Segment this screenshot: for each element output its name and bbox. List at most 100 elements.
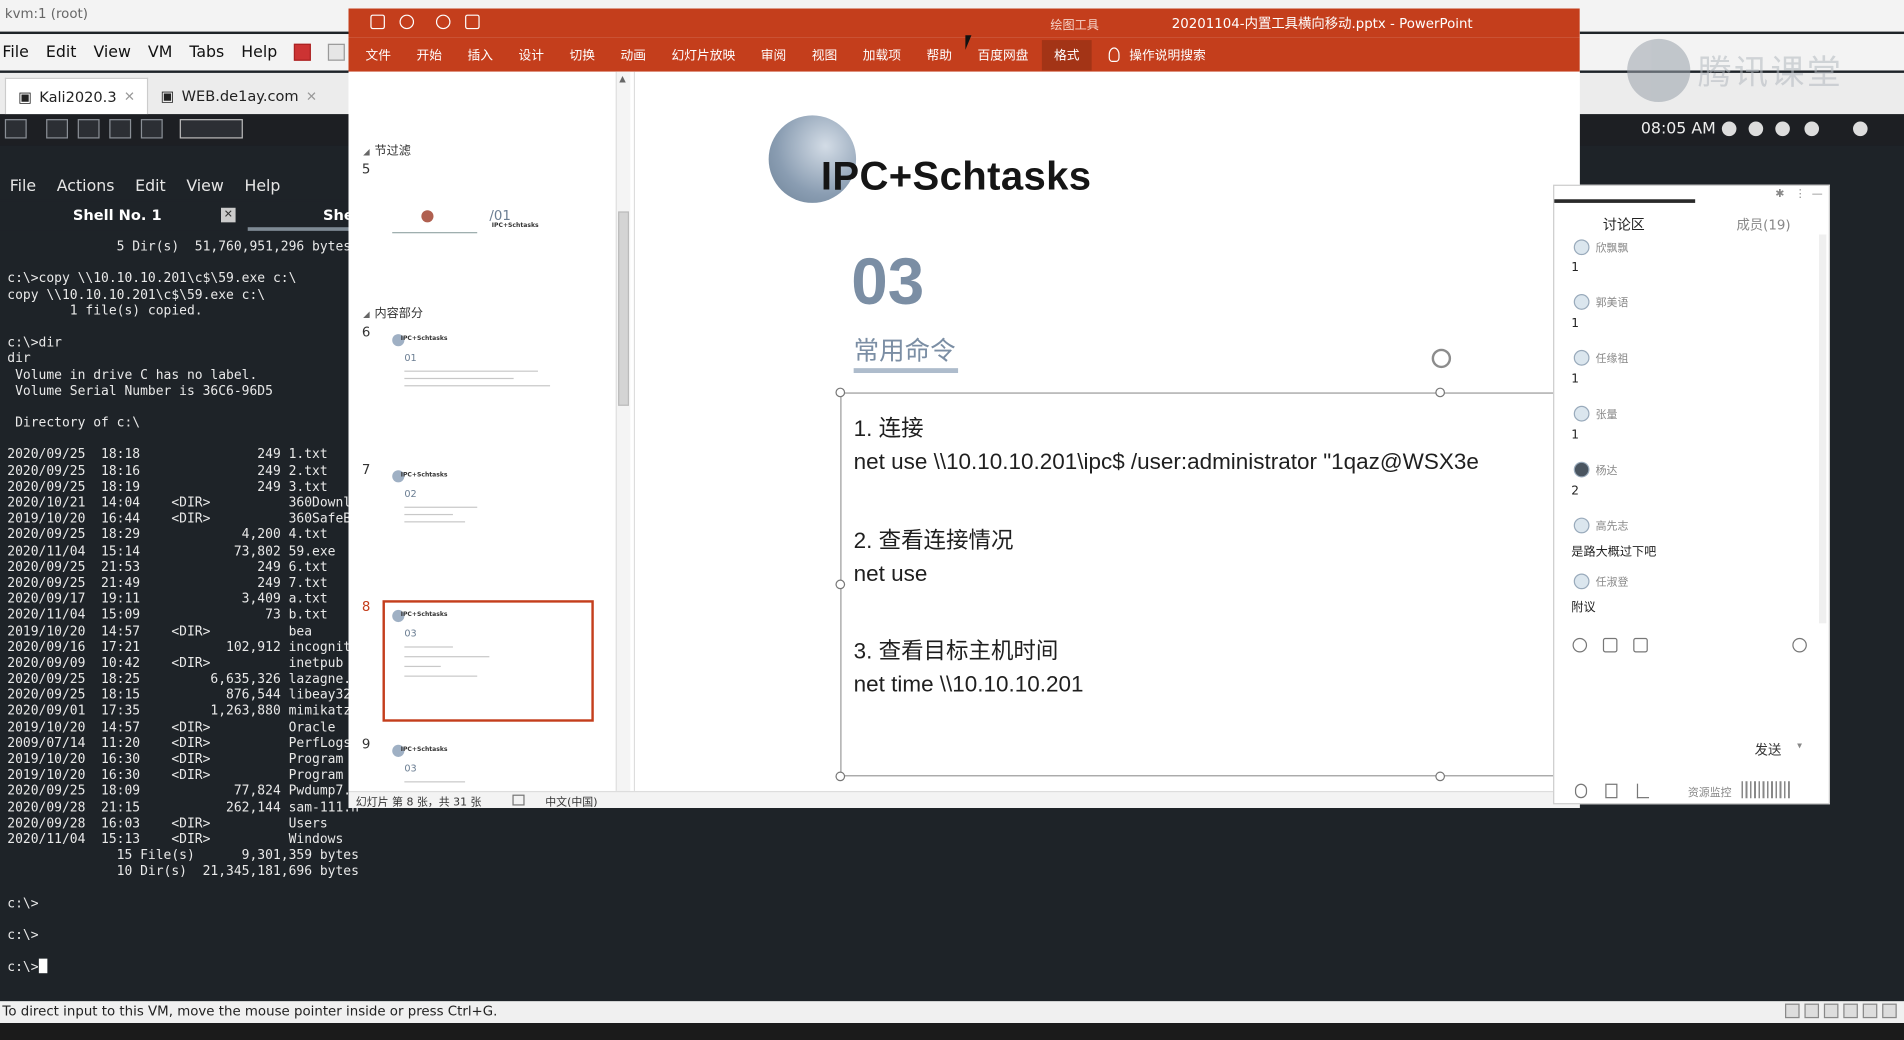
ribbon-tab-design[interactable]: 设计 (519, 46, 545, 64)
terminal-line: 2019/10/20 16:30 <DIR> Program Files (7, 750, 360, 767)
ribbon-tab-home[interactable]: 开始 (417, 46, 443, 64)
usb-icon[interactable] (1843, 1003, 1858, 1019)
slide-thumbnail-selected[interactable]: IPC+Schtasks 03 (382, 600, 594, 722)
stats-icon[interactable] (1636, 783, 1650, 799)
sound-icon[interactable] (1862, 1003, 1878, 1019)
ribbon-tab-review[interactable]: 审阅 (761, 46, 787, 64)
resize-handle[interactable] (835, 579, 846, 590)
undo-icon[interactable] (399, 14, 415, 30)
folder-icon[interactable] (77, 119, 100, 139)
terminal-line: 2020/09/25 21:49 249 7.txt (7, 574, 328, 591)
vm-menu-help[interactable]: Help (241, 43, 277, 61)
hdd-icon[interactable] (1785, 1003, 1800, 1019)
notification-icon[interactable] (1748, 121, 1764, 137)
terminal-output[interactable]: 5 Dir(s) 51,760,951,296 bytes free c:\>co… (7, 238, 359, 975)
ribbon-tab-format[interactable]: 格式 (1041, 39, 1092, 70)
resource-monitor-label[interactable]: 资源监控 (1688, 784, 1732, 799)
vm-menu-view[interactable]: View (93, 43, 130, 61)
terminal-menu-edit[interactable]: Edit (135, 177, 166, 195)
slide-title[interactable]: IPC+Schtasks (821, 153, 1092, 199)
terminal-icon[interactable] (109, 119, 132, 139)
slide-subtitle[interactable]: 常用命令 (854, 332, 956, 368)
browser-icon[interactable] (140, 119, 163, 139)
resize-handle[interactable] (1435, 387, 1446, 398)
ribbon-tab-slideshow[interactable]: 幻灯片放映 (672, 46, 736, 64)
close-icon[interactable]: ✕ (124, 89, 135, 105)
ribbon-tab-addins[interactable]: 加载项 (863, 46, 901, 64)
more-icon[interactable]: ⋮ (1795, 188, 1806, 200)
section-header[interactable]: 节过滤 (363, 140, 410, 158)
minimize-icon[interactable]: — (1812, 188, 1823, 200)
terminal-menu-help[interactable]: Help (244, 177, 280, 195)
terminal-menu-view[interactable]: View (186, 177, 223, 195)
ribbon-tab-insert[interactable]: 插入 (468, 46, 494, 64)
slide-thumbnail[interactable]: IPC+Schtasks 02 (384, 462, 597, 582)
tab-discussion[interactable]: 讨论区 (1603, 215, 1645, 234)
panel-drag-bar[interactable] (1554, 199, 1696, 203)
ribbon-tab-file[interactable]: 文件 (366, 46, 392, 64)
display-icon[interactable] (1882, 1003, 1897, 1019)
resize-handle[interactable] (835, 771, 846, 782)
slide-canvas[interactable]: IPC+Schtasks 03 常用命令 1. 连接 net use \\10.… (635, 71, 1580, 791)
vm-tab-kali[interactable]: ▣ Kali2020.3 ✕ (4, 77, 149, 115)
pin-icon[interactable]: ✱ (1775, 188, 1784, 200)
image-icon[interactable] (1633, 637, 1648, 653)
refresh-icon[interactable] (1721, 121, 1737, 137)
ribbon-tab-transitions[interactable]: 切换 (570, 46, 596, 64)
ribbon-tab-baidu[interactable]: 百度网盘 (978, 46, 1029, 64)
kali-menu-icon[interactable] (4, 119, 27, 139)
rotate-handle-icon[interactable] (1431, 348, 1452, 369)
workspace-icon[interactable] (46, 119, 69, 139)
ribbon-tab-animations[interactable]: 动画 (621, 46, 647, 64)
language-indicator[interactable]: 中文(中国) (545, 793, 597, 808)
section-header[interactable]: 内容部分 (363, 303, 423, 320)
send-button[interactable]: 发送 (1755, 740, 1782, 759)
terminal-tab-shell1[interactable]: Shell No. 1 (73, 207, 162, 224)
present-icon[interactable] (465, 14, 480, 30)
settings-icon[interactable] (1792, 637, 1807, 653)
power-icon[interactable] (294, 43, 312, 61)
vm-menu-tabs[interactable]: Tabs (189, 43, 224, 61)
chevron-down-icon[interactable]: ▾ (1797, 740, 1802, 751)
save-icon[interactable] (370, 14, 385, 30)
scroll-up-icon[interactable]: ▲ (619, 74, 626, 84)
resize-handle[interactable] (1435, 771, 1446, 782)
lock-icon[interactable] (1853, 121, 1868, 137)
close-icon[interactable]: ✕ (221, 207, 236, 223)
notes-icon[interactable] (512, 794, 525, 806)
vm-tab-web[interactable]: ▣ WEB.de1ay.com ✕ (148, 78, 329, 114)
snapshot-icon[interactable] (328, 43, 346, 61)
slide-thumbnail[interactable]: IPC+Schtasks 01 (384, 326, 597, 446)
terminal-line: c:\>copy \\10.10.10.201\c$\59.exe c:\ (7, 270, 297, 286)
scroll-thumb[interactable] (618, 211, 630, 406)
redo-icon[interactable] (435, 14, 451, 30)
ribbon-tab-help[interactable]: 帮助 (927, 46, 953, 64)
ribbon-tab-view[interactable]: 视图 (812, 46, 838, 64)
vm-menu-file[interactable]: File (2, 43, 28, 61)
screen: kvm:1 (root) File Edit View VM Tabs Help… (0, 0, 1904, 1040)
terminal-menu-actions[interactable]: Actions (57, 177, 115, 195)
terminal-menu-file[interactable]: File (10, 177, 36, 195)
taskbar-terminal-item[interactable] (179, 119, 243, 139)
vm-menu-edit[interactable]: Edit (46, 43, 77, 61)
vm-menu-vm[interactable]: VM (148, 43, 172, 61)
terminal-prompt-line[interactable]: c:\> (7, 959, 359, 975)
resize-handle[interactable] (835, 387, 846, 398)
slide-section-number[interactable]: 03 (851, 244, 924, 319)
scissors-icon[interactable] (1602, 637, 1618, 653)
message-text: 2 (1571, 484, 1580, 499)
battery-icon[interactable] (1775, 121, 1790, 137)
close-icon[interactable]: ✕ (306, 88, 317, 104)
speaker-icon[interactable] (1605, 783, 1618, 799)
slide-thumbnail[interactable]: IPC+Schtasks /01 (384, 168, 597, 288)
thumbnail-scrollbar[interactable]: ▲ (615, 71, 631, 791)
power-menu-icon[interactable] (1804, 121, 1820, 137)
terminal-line: 2020/11/04 15:14 73,802 59.exe (7, 542, 336, 559)
microphone-icon[interactable] (1574, 783, 1588, 799)
cdrom-icon[interactable] (1804, 1003, 1820, 1019)
tab-members[interactable]: 成员(19) (1736, 215, 1790, 234)
emoji-icon[interactable] (1572, 637, 1588, 653)
chat-scrollbar[interactable] (1819, 234, 1827, 624)
tell-me-search[interactable]: 操作说明搜索 (1129, 46, 1206, 64)
network-icon[interactable] (1823, 1003, 1839, 1019)
